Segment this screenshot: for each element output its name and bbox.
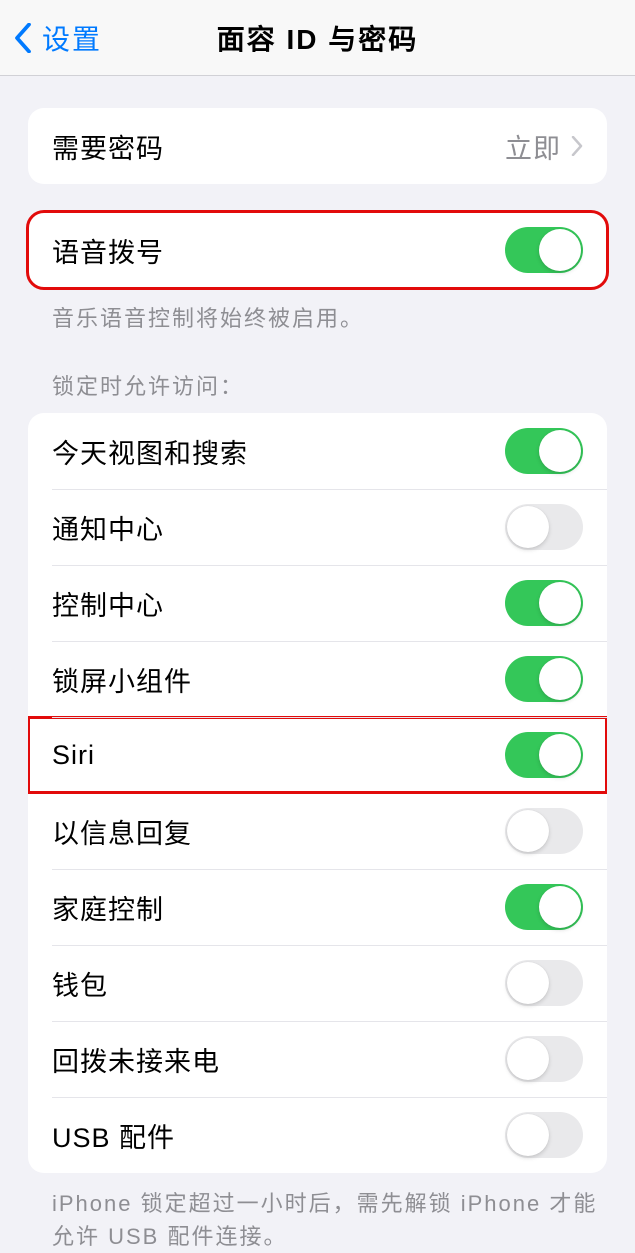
- row-label: Siri: [52, 740, 95, 771]
- row-label: 以信息回复: [52, 812, 192, 851]
- lock-access-row: 锁屏小组件: [28, 641, 607, 717]
- toggle-knob: [507, 962, 549, 1004]
- row-value: 立即: [505, 127, 561, 166]
- lock-access-row: 以信息回复: [28, 793, 607, 869]
- toggle-knob: [507, 506, 549, 548]
- content: 需要密码 立即 语音拨号 音乐语音控制将始终被启用。 锁定时允许访问： 今天视图…: [0, 108, 635, 1253]
- row-label: 今天视图和搜索: [52, 432, 248, 471]
- lock-access-row: 家庭控制: [28, 869, 607, 945]
- toggle[interactable]: [505, 960, 583, 1006]
- toggle[interactable]: [505, 884, 583, 930]
- toggle[interactable]: [505, 1112, 583, 1158]
- require-passcode-row[interactable]: 需要密码 立即: [28, 108, 607, 184]
- chevron-right-icon: [571, 136, 583, 156]
- lock-access-row: 控制中心: [28, 565, 607, 641]
- back-button[interactable]: 设置: [0, 18, 102, 58]
- row-label: 锁屏小组件: [52, 660, 192, 699]
- toggle-knob: [539, 582, 581, 624]
- toggle[interactable]: [505, 428, 583, 474]
- back-label: 设置: [42, 18, 102, 58]
- voice-dial-group: 语音拨号: [28, 212, 607, 288]
- toggle-knob: [507, 1038, 549, 1080]
- toggle-knob: [507, 1114, 549, 1156]
- toggle-knob: [539, 430, 581, 472]
- lock-access-group: 今天视图和搜索通知中心控制中心锁屏小组件 Siri 以信息回复家庭控制钱包回拨未接来…: [28, 413, 607, 1173]
- lock-access-row: 今天视图和搜索: [28, 413, 607, 489]
- lock-access-row: 钱包: [28, 945, 607, 1021]
- lock-access-header: 锁定时允许访问：: [52, 369, 607, 401]
- row-label: 家庭控制: [52, 888, 164, 927]
- voice-dial-row: 语音拨号: [28, 212, 607, 288]
- toggle-knob: [539, 229, 581, 271]
- toggle-knob: [539, 886, 581, 928]
- voice-dial-toggle[interactable]: [505, 227, 583, 273]
- toggle-knob: [507, 810, 549, 852]
- toggle[interactable]: [505, 580, 583, 626]
- lock-access-row: 回拨未接来电: [28, 1021, 607, 1097]
- row-label: 控制中心: [52, 584, 164, 623]
- row-label: 语音拨号: [52, 231, 164, 270]
- voice-dial-footer: 音乐语音控制将始终被启用。: [52, 302, 607, 335]
- lock-access-row: USB 配件: [28, 1097, 607, 1173]
- row-trail: 立即: [505, 127, 583, 166]
- row-label: 通知中心: [52, 508, 164, 547]
- toggle[interactable]: [505, 808, 583, 854]
- row-label: 需要密码: [52, 127, 164, 166]
- toggle[interactable]: [505, 656, 583, 702]
- lock-access-row: Siri: [28, 717, 607, 793]
- toggle-knob: [539, 658, 581, 700]
- toggle[interactable]: [505, 732, 583, 778]
- toggle[interactable]: [505, 1036, 583, 1082]
- lock-access-row: 通知中心: [28, 489, 607, 565]
- nav-bar: 设置 面容 ID 与密码: [0, 0, 635, 76]
- row-label: 回拨未接来电: [52, 1040, 220, 1079]
- row-label: 钱包: [52, 964, 108, 1003]
- toggle[interactable]: [505, 504, 583, 550]
- lock-access-footer: iPhone 锁定超过一小时后，需先解锁 iPhone 才能允许 USB 配件连…: [52, 1187, 607, 1253]
- toggle-knob: [539, 734, 581, 776]
- chevron-left-icon: [14, 23, 32, 53]
- row-label: USB 配件: [52, 1116, 175, 1155]
- require-passcode-group: 需要密码 立即: [28, 108, 607, 184]
